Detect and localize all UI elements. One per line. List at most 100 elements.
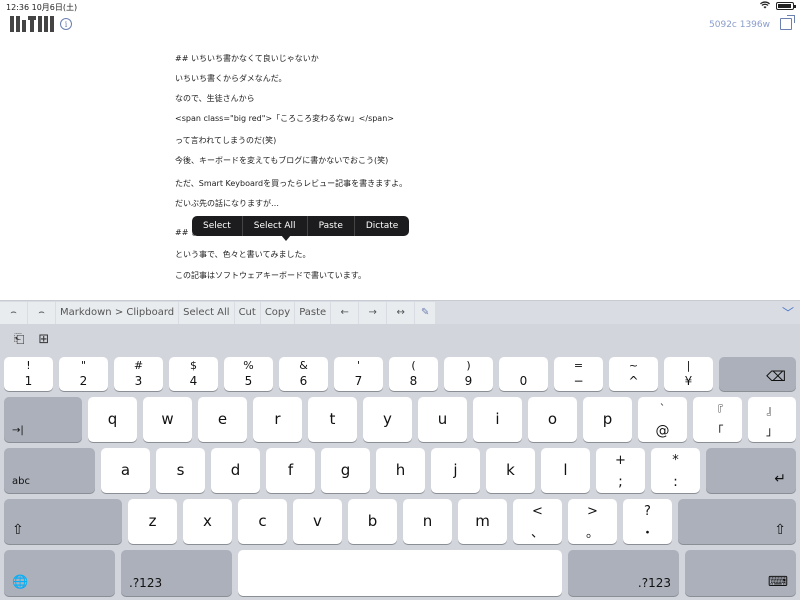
key-p[interactable]: p — [583, 397, 632, 442]
key-h[interactable]: h — [376, 448, 425, 493]
shift-left-key[interactable]: ⇧ — [4, 499, 122, 544]
key-z[interactable]: z — [128, 499, 177, 544]
wifi-icon — [760, 1, 770, 11]
key-bracket-open[interactable]: 『「 — [693, 397, 742, 442]
cursor-right-button[interactable]: → — [359, 301, 387, 324]
redo-button[interactable]: ⌢ — [28, 301, 55, 324]
cursor-both-button[interactable]: ↔ — [387, 301, 415, 324]
key-period[interactable]: >。 — [568, 499, 617, 544]
context-menu: Select Select All Paste Dictate — [192, 216, 410, 241]
key-yen[interactable]: | ¥ — [664, 357, 713, 391]
key-question[interactable]: ? ・ — [623, 499, 672, 544]
globe-icon: 🌐 — [12, 575, 29, 590]
context-select-all[interactable]: Select All — [243, 216, 308, 236]
key-v[interactable]: v — [293, 499, 342, 544]
space-bar[interactable] — [238, 550, 562, 596]
key-y[interactable]: y — [363, 397, 412, 442]
key-l[interactable]: l — [541, 448, 590, 493]
doc-line: ## いちいち書かなくて良いじゃないか — [175, 54, 319, 63]
key-c[interactable]: c — [238, 499, 287, 544]
key-o[interactable]: o — [528, 397, 577, 442]
key-4[interactable]: $4 — [169, 357, 218, 391]
key-6[interactable]: & 6 — [279, 357, 328, 391]
status-bar: 12:36 10月6日(土) — [0, 0, 800, 14]
select-all-button[interactable]: Select All — [179, 301, 234, 324]
cursor-left-button[interactable]: ← — [331, 301, 359, 324]
key-g[interactable]: g — [321, 448, 370, 493]
shift-right-key[interactable]: ⇧ — [678, 499, 796, 544]
tab-icon: →| — [12, 425, 24, 436]
key-8[interactable]: (8 — [389, 357, 438, 391]
key-3[interactable]: #3 — [114, 357, 163, 391]
key-r[interactable]: r — [253, 397, 302, 442]
numbers-left-key[interactable]: .?123 — [121, 550, 232, 596]
abc-key[interactable]: abc — [4, 448, 95, 493]
key-e[interactable]: e — [198, 397, 247, 442]
tab-key[interactable]: →| — [4, 397, 82, 442]
context-select[interactable]: Select — [192, 216, 243, 236]
key-m[interactable]: m — [458, 499, 507, 544]
key-0[interactable]: 0 — [499, 357, 548, 391]
copy-button[interactable]: Copy — [260, 301, 295, 324]
key-t[interactable]: t — [308, 397, 357, 442]
info-icon[interactable]: i — [60, 18, 72, 30]
undo-button[interactable]: ⌢ — [0, 301, 27, 324]
key-caret[interactable]: ~ ^ — [609, 357, 658, 391]
paste-button[interactable]: Paste — [295, 301, 331, 324]
numbers-right-key[interactable]: .?123 — [568, 550, 679, 596]
key-7[interactable]: ' 7 — [334, 357, 383, 391]
key-minus[interactable]: = − — [554, 357, 603, 391]
key-bracket-close[interactable]: 』」 — [748, 397, 796, 442]
share-icon[interactable] — [780, 15, 795, 30]
cut-button[interactable]: Cut — [234, 301, 260, 324]
key-9[interactable]: ) 9 — [444, 357, 493, 391]
key-at[interactable]: ` @ — [638, 397, 687, 442]
key-d[interactable]: d — [211, 448, 260, 493]
status-date: 10月6日(土) — [31, 3, 78, 12]
doc-line: って言われてしまうのだ(笑) — [175, 136, 277, 145]
keyboard-tools: ⎗ ⊞ — [14, 332, 49, 347]
pen-icon[interactable]: ✎ — [415, 301, 436, 324]
key-comma[interactable]: <、 — [513, 499, 562, 544]
key-n[interactable]: n — [403, 499, 452, 544]
key-semicolon[interactable]: +; — [596, 448, 645, 493]
key-j[interactable]: j — [431, 448, 480, 493]
key-5[interactable]: % 5 — [224, 357, 273, 391]
key-q[interactable]: q — [88, 397, 137, 442]
dismiss-keyboard-key[interactable]: ⌨ — [685, 550, 796, 596]
key-s[interactable]: s — [156, 448, 205, 493]
add-box-icon[interactable]: ⊞ — [38, 332, 49, 347]
keyboard-dismiss-icon: ⌨ — [767, 574, 788, 590]
key-i[interactable]: i — [473, 397, 522, 442]
key-x[interactable]: x — [183, 499, 232, 544]
status-time-date: 12:36 10月6日(土) — [6, 2, 77, 13]
globe-key[interactable]: 🌐 — [4, 550, 115, 596]
doc-line: なので、生徒さんから — [175, 94, 255, 103]
key-a[interactable]: a — [101, 448, 150, 493]
key-2[interactable]: " 2 — [59, 357, 108, 391]
software-keyboard: ⎗ ⊞ ! 1 " 2 #3 $4 % 5 & 6 ' 7 (8 ) 9 0 = − ~ ^ |… — [0, 324, 800, 600]
key-1[interactable]: ! 1 — [4, 357, 53, 391]
key-u[interactable]: u — [418, 397, 467, 442]
key-b[interactable]: b — [348, 499, 397, 544]
markdown-clipboard-button[interactable]: Markdown > Clipboard — [56, 301, 179, 324]
collapse-chevron-icon[interactable]: ﹀ — [782, 304, 794, 321]
delete-key[interactable]: ⌫ — [719, 357, 796, 391]
key-f[interactable]: f — [266, 448, 315, 493]
doc-line: この記事はソフトウェアキーボードで書いています。 — [175, 271, 366, 280]
battery-icon — [776, 2, 796, 10]
doc-line: だいぶ先の話になりますが… — [175, 199, 279, 208]
doc-line: ただ、Smart Keyboardを買ったらレビュー記事を書きますよ。 — [175, 179, 408, 188]
context-dictate[interactable]: Dictate — [355, 216, 410, 236]
return-key[interactable]: ↵ — [706, 448, 796, 493]
doc-line: という事で、色々と書いてみました。 — [175, 250, 311, 259]
key-colon[interactable]: *: — [651, 448, 700, 493]
context-paste[interactable]: Paste — [308, 216, 355, 236]
key-k[interactable]: k — [486, 448, 535, 493]
paste-doc-icon[interactable]: ⎗ — [14, 332, 24, 347]
key-w[interactable]: w — [143, 397, 192, 442]
return-icon: ↵ — [774, 471, 786, 487]
status-icons — [760, 1, 796, 11]
shift-icon: ⇧ — [12, 522, 24, 538]
doc-line: いちいち書くからダメなんだ。 — [175, 74, 287, 83]
